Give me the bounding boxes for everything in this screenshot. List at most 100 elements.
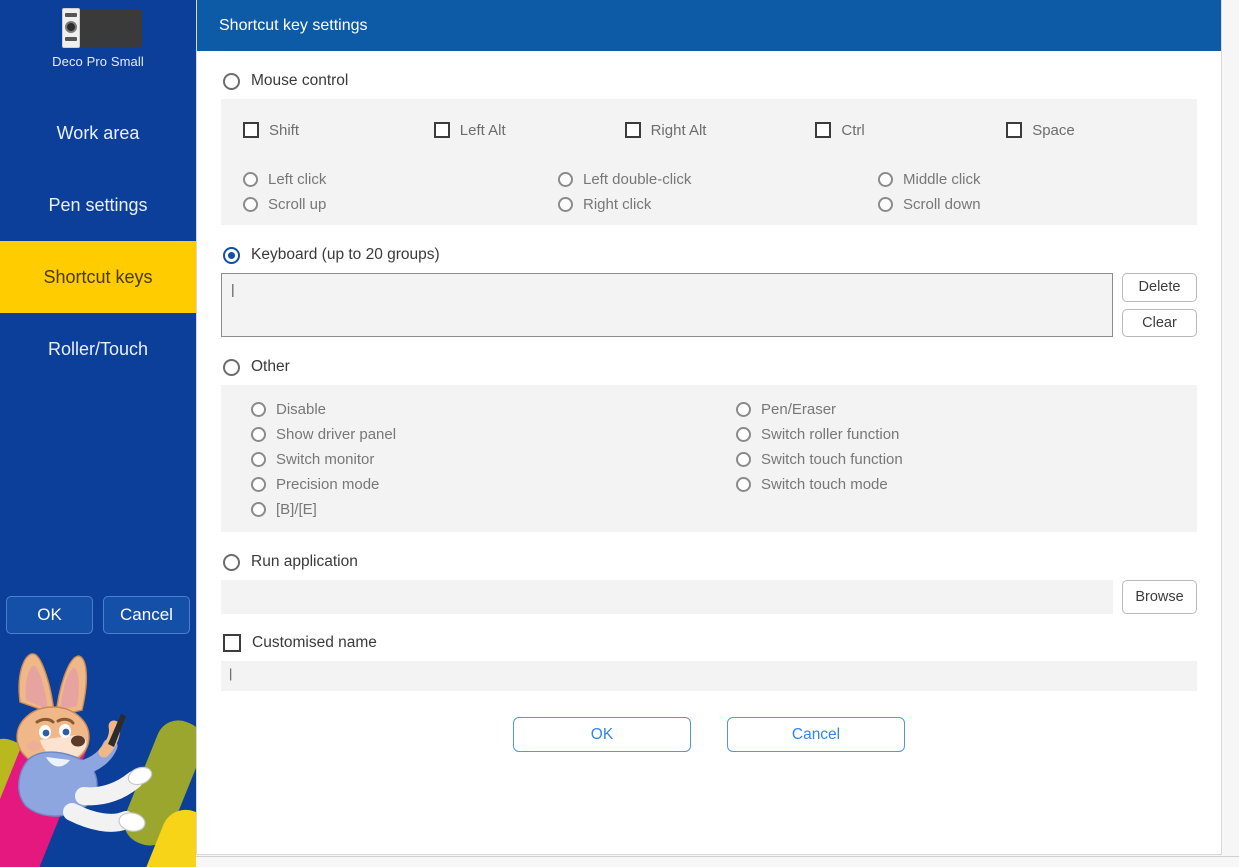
radio-icon[interactable] bbox=[878, 172, 893, 187]
modifier-right-alt[interactable]: Right Alt bbox=[624, 121, 816, 139]
mouse-control-option[interactable]: Mouse control bbox=[223, 72, 1197, 90]
click-option-label: Left click bbox=[268, 171, 327, 188]
radio-icon[interactable] bbox=[878, 197, 893, 212]
radio-icon[interactable] bbox=[251, 452, 266, 467]
click-option-middle-click[interactable]: Middle click bbox=[878, 171, 1197, 188]
other-option-switch-monitor[interactable]: Switch monitor bbox=[251, 451, 736, 468]
dialog-title: Shortcut key settings bbox=[219, 16, 368, 34]
delete-button[interactable]: Delete bbox=[1122, 273, 1197, 302]
keyboard-buttons: Delete Clear bbox=[1122, 273, 1197, 337]
click-option-left-click[interactable]: Left click bbox=[243, 171, 558, 188]
modifier-space[interactable]: Space bbox=[1006, 122, 1197, 139]
fox-mascot-illustration bbox=[0, 640, 196, 867]
radio-icon[interactable] bbox=[251, 402, 266, 417]
other-option-label: Pen/Eraser bbox=[761, 401, 837, 418]
click-option-right-click[interactable]: Right click bbox=[558, 196, 878, 213]
radio-icon[interactable] bbox=[558, 172, 573, 187]
browse-button[interactable]: Browse bbox=[1122, 580, 1197, 614]
sidebar-item-pen-settings[interactable]: Pen settings bbox=[0, 169, 196, 241]
tablet-device-icon bbox=[52, 6, 144, 50]
keyboard-option[interactable]: Keyboard (up to 20 groups) bbox=[223, 246, 1197, 264]
run-application-radio-icon[interactable] bbox=[223, 553, 240, 571]
sidebar-item-label: Pen settings bbox=[48, 194, 148, 215]
sidebar-item-roller-touch[interactable]: Roller/Touch bbox=[0, 313, 196, 385]
application-path-input[interactable] bbox=[221, 580, 1113, 614]
other-options-panel: Disable Pen/Eraser Show driver panel Swi… bbox=[221, 385, 1197, 532]
modifier-label: Right Alt bbox=[650, 121, 707, 139]
sidebar-actions: OK Cancel bbox=[0, 596, 196, 634]
other-label: Other bbox=[251, 358, 290, 375]
customised-name-option[interactable]: Customised name bbox=[223, 634, 1197, 652]
click-option-scroll-down[interactable]: Scroll down bbox=[878, 196, 1197, 213]
sidebar: Deco Pro Small Work area Pen settings Sh… bbox=[0, 0, 196, 867]
other-option-label: Precision mode bbox=[276, 476, 380, 493]
radio-icon[interactable] bbox=[736, 477, 751, 492]
modifier-shift[interactable]: Shift bbox=[243, 122, 434, 139]
other-option-label: Switch touch function bbox=[761, 451, 903, 468]
other-option-label: Switch monitor bbox=[276, 451, 375, 468]
other-option-label: Switch touch mode bbox=[761, 476, 888, 493]
sidebar-cancel-button[interactable]: Cancel bbox=[103, 596, 190, 634]
device-name-label: Deco Pro Small bbox=[52, 54, 144, 69]
modifier-ctrl[interactable]: Ctrl bbox=[815, 122, 1006, 139]
other-option-label: Switch roller function bbox=[761, 426, 900, 443]
checkbox-icon[interactable] bbox=[815, 122, 832, 138]
radio-icon[interactable] bbox=[736, 402, 751, 417]
other-option-switch-roller-function[interactable]: Switch roller function bbox=[736, 426, 1197, 443]
click-option-scroll-up[interactable]: Scroll up bbox=[243, 196, 558, 213]
checkbox-icon[interactable] bbox=[433, 122, 450, 138]
dialog-title-bar: Shortcut key settings bbox=[197, 0, 1221, 51]
sidebar-item-work-area[interactable]: Work area bbox=[0, 97, 196, 169]
run-application-label: Run application bbox=[251, 553, 358, 570]
other-option-precision-mode[interactable]: Precision mode bbox=[251, 476, 736, 493]
radio-icon[interactable] bbox=[736, 427, 751, 442]
mouse-control-label: Mouse control bbox=[251, 72, 349, 89]
checkbox-icon[interactable] bbox=[243, 122, 259, 138]
click-option-label: Scroll up bbox=[268, 196, 327, 213]
sidebar-ok-button[interactable]: OK bbox=[6, 596, 93, 634]
sidebar-item-shortcut-keys[interactable]: Shortcut keys bbox=[0, 241, 196, 313]
other-option-show-driver-panel[interactable]: Show driver panel bbox=[251, 426, 736, 443]
radio-icon[interactable] bbox=[243, 172, 258, 187]
mouse-control-radio-icon[interactable] bbox=[223, 72, 240, 90]
keyboard-input-row: | Delete Clear bbox=[221, 273, 1197, 337]
radio-icon[interactable] bbox=[251, 427, 266, 442]
other-option-label: Show driver panel bbox=[276, 426, 397, 443]
radio-icon[interactable] bbox=[243, 197, 258, 212]
keyboard-shortcut-input[interactable]: | bbox=[221, 273, 1113, 337]
modifier-left-alt[interactable]: Left Alt bbox=[433, 122, 625, 139]
customised-name-input[interactable]: | bbox=[221, 661, 1197, 691]
click-option-label: Scroll down bbox=[903, 196, 981, 213]
radio-icon[interactable] bbox=[251, 477, 266, 492]
other-option[interactable]: Other bbox=[223, 358, 1197, 376]
sidebar-nav: Work area Pen settings Shortcut keys Rol… bbox=[0, 97, 196, 385]
other-option-switch-touch-mode[interactable]: Switch touch mode bbox=[736, 476, 1197, 493]
click-option-label: Right click bbox=[583, 196, 652, 213]
modifier-label: Space bbox=[1032, 121, 1075, 139]
keyboard-label: Keyboard (up to 20 groups) bbox=[251, 246, 440, 263]
modifier-label: Shift bbox=[269, 121, 300, 139]
customised-name-checkbox-icon[interactable] bbox=[223, 634, 241, 652]
run-application-option[interactable]: Run application bbox=[223, 553, 1197, 571]
other-option-pen-eraser[interactable]: Pen/Eraser bbox=[736, 401, 1197, 418]
dialog-footer: OK Cancel bbox=[221, 717, 1197, 752]
keyboard-radio-icon[interactable] bbox=[223, 246, 240, 264]
click-option-label: Middle click bbox=[903, 171, 981, 188]
other-option-disable[interactable]: Disable bbox=[251, 401, 736, 418]
click-option-left-double-click[interactable]: Left double-click bbox=[558, 171, 878, 188]
checkbox-icon[interactable] bbox=[624, 122, 641, 138]
dialog-ok-button[interactable]: OK bbox=[513, 717, 691, 752]
radio-icon[interactable] bbox=[736, 452, 751, 467]
shortcut-key-settings-dialog: Shortcut key settings Mouse control Shif… bbox=[196, 0, 1222, 855]
radio-icon[interactable] bbox=[251, 502, 266, 517]
clear-button[interactable]: Clear bbox=[1122, 308, 1197, 337]
sidebar-item-label: Work area bbox=[56, 122, 140, 143]
radio-icon[interactable] bbox=[558, 197, 573, 212]
click-option-label: Left double-click bbox=[583, 171, 692, 188]
other-option-brush-eraser[interactable]: [B]/[E] bbox=[251, 501, 736, 518]
dialog-cancel-button[interactable]: Cancel bbox=[727, 717, 905, 752]
other-option-switch-touch-function[interactable]: Switch touch function bbox=[736, 451, 1197, 468]
checkbox-icon[interactable] bbox=[1006, 122, 1023, 138]
other-radio-icon[interactable] bbox=[223, 358, 240, 376]
dialog-body: Mouse control Shift Left Alt Right Alt C… bbox=[197, 72, 1221, 752]
